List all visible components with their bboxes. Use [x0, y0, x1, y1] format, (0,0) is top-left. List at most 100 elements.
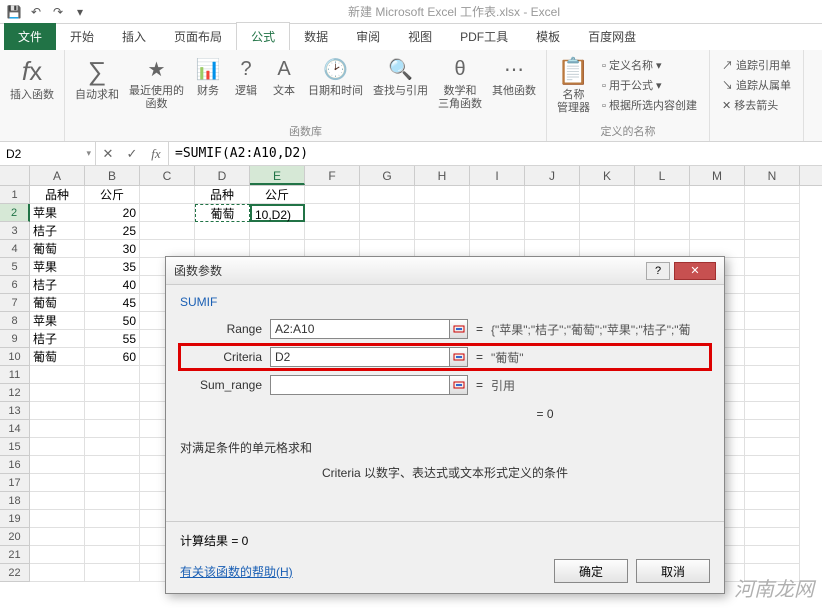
- cell[interactable]: 葡萄: [30, 240, 85, 258]
- row-header[interactable]: 12: [0, 384, 30, 402]
- cell[interactable]: [140, 204, 195, 222]
- datetime-button[interactable]: 🕑日期和时间: [304, 53, 367, 113]
- redo-icon[interactable]: ↷: [48, 3, 68, 21]
- cell[interactable]: [745, 204, 800, 222]
- row-header[interactable]: 19: [0, 510, 30, 528]
- cell[interactable]: [415, 186, 470, 204]
- name-manager-button[interactable]: 📋名称 管理器: [553, 53, 594, 117]
- cell[interactable]: [745, 546, 800, 564]
- cell[interactable]: [30, 546, 85, 564]
- col-header[interactable]: H: [415, 166, 470, 185]
- cell[interactable]: [635, 204, 690, 222]
- cell[interactable]: [30, 384, 85, 402]
- insert-function-button[interactable]: fx 插入函数: [6, 53, 58, 104]
- row-header[interactable]: 16: [0, 456, 30, 474]
- cell[interactable]: 45: [85, 294, 140, 312]
- cell[interactable]: [525, 204, 580, 222]
- cell[interactable]: [690, 186, 745, 204]
- cell[interactable]: [30, 402, 85, 420]
- col-header[interactable]: J: [525, 166, 580, 185]
- col-header[interactable]: F: [305, 166, 360, 185]
- cell[interactable]: [745, 330, 800, 348]
- row-header[interactable]: 20: [0, 528, 30, 546]
- cell[interactable]: [30, 438, 85, 456]
- row-header[interactable]: 14: [0, 420, 30, 438]
- cell[interactable]: [745, 420, 800, 438]
- financial-button[interactable]: 📊财务: [190, 53, 226, 113]
- cell[interactable]: [745, 510, 800, 528]
- cell[interactable]: 20: [85, 204, 140, 222]
- cell[interactable]: [580, 204, 635, 222]
- cell[interactable]: 苹果: [30, 312, 85, 330]
- undo-icon[interactable]: ↶: [26, 3, 46, 21]
- row-header[interactable]: 15: [0, 438, 30, 456]
- col-header[interactable]: D: [195, 166, 250, 185]
- cell[interactable]: [470, 222, 525, 240]
- col-header[interactable]: G: [360, 166, 415, 185]
- tab-data[interactable]: 数据: [290, 23, 342, 50]
- row-header[interactable]: 18: [0, 492, 30, 510]
- row-header[interactable]: 7: [0, 294, 30, 312]
- cell[interactable]: 30: [85, 240, 140, 258]
- enter-formula-button[interactable]: ✓: [120, 146, 144, 162]
- cell[interactable]: [745, 276, 800, 294]
- cell[interactable]: [525, 222, 580, 240]
- row-header[interactable]: 4: [0, 240, 30, 258]
- col-header[interactable]: M: [690, 166, 745, 185]
- cell[interactable]: [415, 204, 470, 222]
- cell[interactable]: [85, 546, 140, 564]
- cell[interactable]: [745, 384, 800, 402]
- cell[interactable]: 苹果: [30, 204, 85, 222]
- cell[interactable]: [140, 186, 195, 204]
- row-header[interactable]: 22: [0, 564, 30, 582]
- recent-functions-button[interactable]: ★最近使用的 函数: [125, 53, 188, 113]
- cell[interactable]: [305, 186, 360, 204]
- tab-insert[interactable]: 插入: [108, 23, 160, 50]
- cell[interactable]: [745, 528, 800, 546]
- cell[interactable]: [745, 438, 800, 456]
- create-from-selection-button[interactable]: ▫ 根据所选内容创建: [602, 97, 697, 113]
- cell[interactable]: [85, 510, 140, 528]
- cell[interactable]: [745, 222, 800, 240]
- cell[interactable]: [745, 312, 800, 330]
- tab-baidu[interactable]: 百度网盘: [574, 23, 650, 50]
- cell[interactable]: [85, 366, 140, 384]
- cell[interactable]: 60: [85, 348, 140, 366]
- close-button[interactable]: ✕: [674, 262, 716, 280]
- cell[interactable]: [85, 402, 140, 420]
- autosum-button[interactable]: ∑自动求和: [71, 53, 123, 113]
- cell[interactable]: [30, 528, 85, 546]
- cell[interactable]: [745, 294, 800, 312]
- cell[interactable]: [745, 564, 800, 582]
- cell[interactable]: [30, 366, 85, 384]
- collapse-dialog-icon[interactable]: [450, 347, 468, 367]
- row-header[interactable]: 11: [0, 366, 30, 384]
- row-header[interactable]: 8: [0, 312, 30, 330]
- cell[interactable]: 25: [85, 222, 140, 240]
- cell[interactable]: [745, 240, 800, 258]
- cell[interactable]: 桔子: [30, 222, 85, 240]
- cell[interactable]: 葡萄: [30, 294, 85, 312]
- remove-arrows-button[interactable]: ✕ 移去箭头: [722, 97, 791, 113]
- select-all-corner[interactable]: [0, 166, 30, 185]
- cell[interactable]: [635, 186, 690, 204]
- cell[interactable]: [470, 186, 525, 204]
- lookup-button[interactable]: 🔍查找与引用: [369, 53, 432, 113]
- cell[interactable]: 葡萄: [195, 204, 250, 222]
- row-header[interactable]: 13: [0, 402, 30, 420]
- cell[interactable]: [30, 456, 85, 474]
- tab-template[interactable]: 模板: [522, 23, 574, 50]
- cell[interactable]: [360, 222, 415, 240]
- col-header[interactable]: A: [30, 166, 85, 185]
- col-header[interactable]: C: [140, 166, 195, 185]
- cell[interactable]: [745, 366, 800, 384]
- function-help-link[interactable]: 有关该函数的帮助(H): [180, 565, 293, 579]
- cell[interactable]: [525, 186, 580, 204]
- save-icon[interactable]: 💾: [4, 3, 24, 21]
- col-header[interactable]: B: [85, 166, 140, 185]
- cell[interactable]: [85, 474, 140, 492]
- cell[interactable]: 55: [85, 330, 140, 348]
- cell[interactable]: [85, 492, 140, 510]
- cell[interactable]: 50: [85, 312, 140, 330]
- col-header[interactable]: N: [745, 166, 800, 185]
